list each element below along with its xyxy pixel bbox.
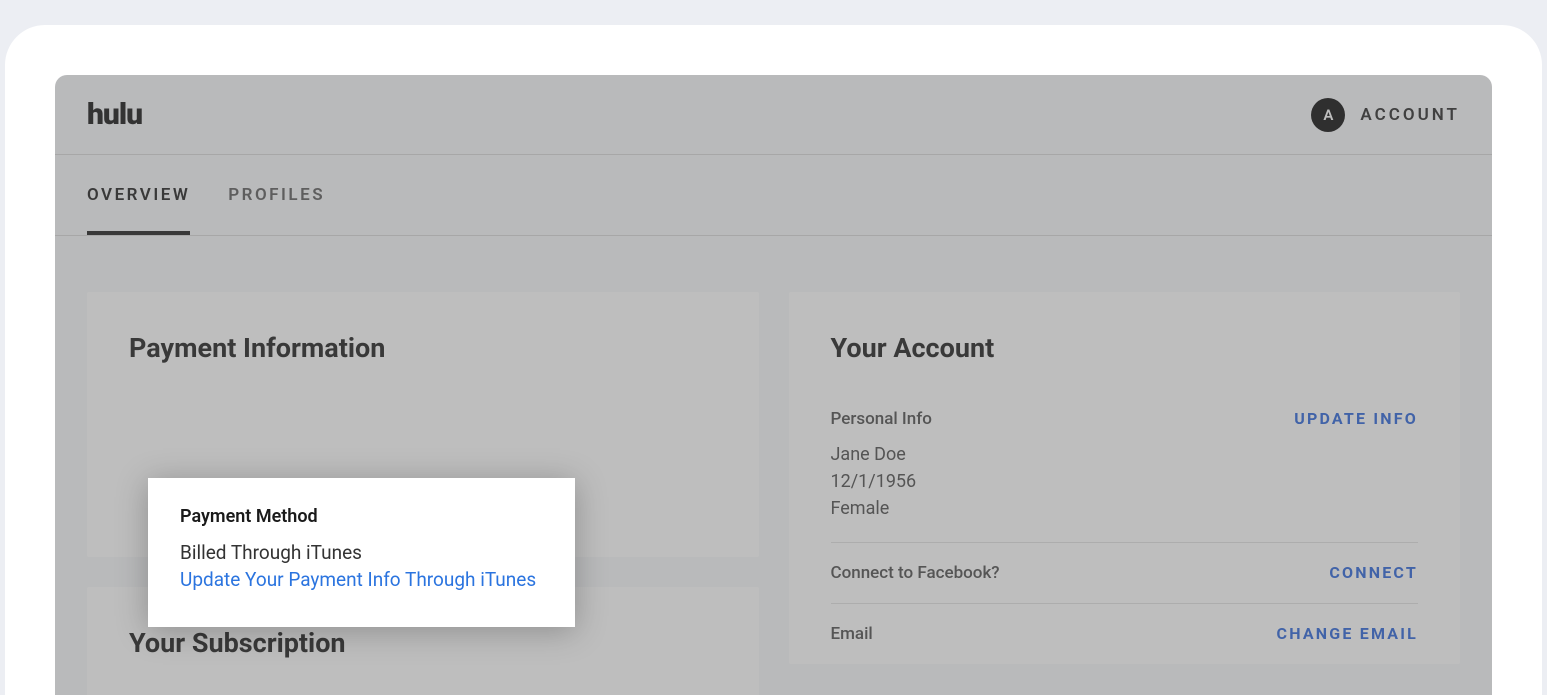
payment-info-title: Payment Information bbox=[129, 332, 717, 364]
account-name: Jane Doe bbox=[831, 441, 932, 468]
connect-facebook-link[interactable]: CONNECT bbox=[1329, 563, 1418, 582]
subscription-title: Your Subscription bbox=[129, 627, 717, 659]
email-label: Email bbox=[831, 624, 873, 644]
facebook-label: Connect to Facebook? bbox=[831, 563, 1000, 583]
account-label: ACCOUNT bbox=[1360, 105, 1460, 125]
device-frame: hulu A ACCOUNT OVERVIEW PROFILES Payment… bbox=[5, 25, 1542, 695]
avatar: A bbox=[1311, 98, 1345, 132]
right-column: Your Account Personal Info Jane Doe 12/1… bbox=[789, 292, 1461, 695]
facebook-row: Connect to Facebook? CONNECT bbox=[831, 542, 1419, 603]
billed-through-text: Billed Through iTunes bbox=[180, 541, 543, 564]
header: hulu A ACCOUNT bbox=[55, 75, 1492, 155]
your-account-card: Your Account Personal Info Jane Doe 12/1… bbox=[789, 292, 1461, 664]
tab-overview[interactable]: OVERVIEW bbox=[87, 155, 190, 235]
update-payment-itunes-link[interactable]: Update Your Payment Info Through iTunes bbox=[180, 568, 543, 591]
update-info-link[interactable]: UPDATE INFO bbox=[1294, 409, 1418, 428]
personal-info-label: Personal Info bbox=[831, 409, 932, 429]
payment-method-label: Payment Method bbox=[180, 506, 543, 527]
personal-info-values: Jane Doe 12/1/1956 Female bbox=[831, 441, 932, 522]
hulu-logo[interactable]: hulu bbox=[87, 97, 142, 132]
tabs: OVERVIEW PROFILES bbox=[55, 155, 1492, 236]
payment-method-highlight: Payment Method Billed Through iTunes Upd… bbox=[148, 478, 575, 627]
app-container: hulu A ACCOUNT OVERVIEW PROFILES Payment… bbox=[55, 75, 1492, 695]
tab-profiles[interactable]: PROFILES bbox=[228, 155, 325, 235]
change-email-link[interactable]: CHANGE EMAIL bbox=[1277, 624, 1418, 643]
personal-info-row: Personal Info Jane Doe 12/1/1956 Female … bbox=[831, 399, 1419, 542]
email-row: Email CHANGE EMAIL bbox=[831, 603, 1419, 664]
your-account-title: Your Account bbox=[831, 332, 1419, 364]
account-dob: 12/1/1956 bbox=[831, 468, 932, 495]
account-menu[interactable]: A ACCOUNT bbox=[1311, 98, 1460, 132]
account-gender: Female bbox=[831, 495, 932, 522]
